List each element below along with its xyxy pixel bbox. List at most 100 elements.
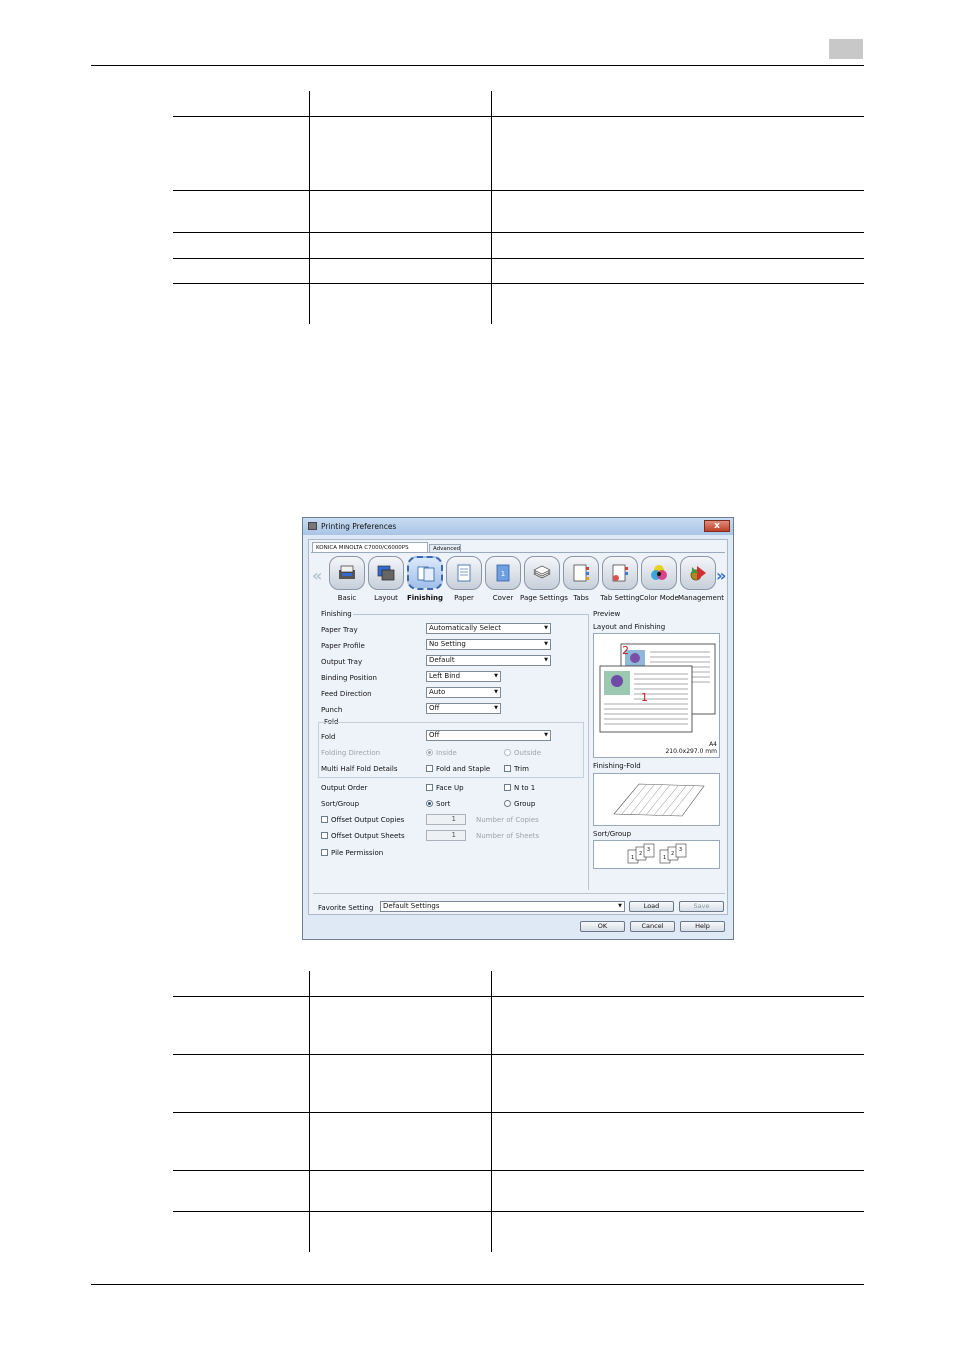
- tab-strip-rule: [311, 552, 725, 553]
- feed-direction-label: Feed Direction: [321, 690, 372, 698]
- preview-page-number-back: 2: [622, 644, 629, 657]
- sort-page: 2: [671, 851, 675, 857]
- number-of-copies-label: Number of Copies: [476, 816, 539, 824]
- number-of-sheets-label: Number of Sheets: [476, 832, 540, 840]
- tab-printer-model[interactable]: KONICA MINOLTA C7000/C6000PS: [312, 542, 428, 552]
- function-toolbar: « Basic Layout Finishing Paper 1 Cover P…: [312, 556, 726, 604]
- cover-icon: 1: [496, 564, 510, 582]
- pile-permission-checkbox[interactable]: [321, 849, 328, 856]
- paper-tray-value: Automatically Select: [429, 624, 502, 632]
- fold-select[interactable]: Off ▼: [426, 730, 551, 741]
- punch-value: Off: [429, 704, 440, 712]
- printing-preferences-dialog: Printing Preferences x KONICA MINOLTA C7…: [302, 517, 734, 940]
- outside-radio[interactable]: [504, 749, 511, 756]
- punch-select[interactable]: Off ▼: [426, 703, 501, 714]
- face-up-checkbox[interactable]: [426, 784, 433, 791]
- chevron-down-icon: ▼: [618, 903, 622, 909]
- fold-and-staple-checkbox[interactable]: [426, 765, 433, 772]
- group-radio[interactable]: [504, 800, 511, 807]
- management-button[interactable]: [680, 556, 716, 590]
- paper-tray-label: Paper Tray: [321, 626, 358, 634]
- table-rule: [173, 232, 864, 233]
- tab-setting-icon: [612, 564, 628, 582]
- finishing-group-label: Finishing: [321, 610, 352, 618]
- table-rule: [173, 116, 864, 117]
- offset-copies-label: Offset Output Copies: [331, 816, 405, 824]
- color-mode-label: Color Mode: [639, 594, 679, 602]
- paper-tray-select[interactable]: Automatically Select ▼: [426, 623, 551, 634]
- favorite-setting-value: Default Settings: [383, 902, 440, 910]
- chevron-down-icon: ▼: [494, 673, 498, 679]
- table-rule: [173, 1211, 864, 1212]
- favorite-setting-label: Favorite Setting: [318, 904, 374, 912]
- sort-preview-image: [627, 843, 687, 864]
- table-rule: [173, 1170, 864, 1171]
- chevron-down-icon: ▼: [544, 625, 548, 631]
- management-label: Management: [677, 594, 725, 602]
- offset-sheets-checkbox[interactable]: [321, 832, 328, 839]
- output-tray-select[interactable]: Default ▼: [426, 655, 551, 666]
- offset-copies-checkbox[interactable]: [321, 816, 328, 823]
- n-to-1-checkbox[interactable]: [504, 784, 511, 791]
- sort-page: 3: [647, 847, 651, 853]
- layout-preview: 2 1 A4 210.0x297.0 mm: [593, 633, 720, 758]
- tab-advanced[interactable]: Advanced: [429, 544, 461, 552]
- page-settings-icon: [533, 565, 551, 579]
- fold-value: Off: [429, 731, 440, 739]
- favorite-setting-select[interactable]: Default Settings ▼: [380, 901, 625, 912]
- close-button[interactable]: x: [704, 520, 730, 532]
- sort-page: 2: [639, 851, 643, 857]
- load-button[interactable]: Load: [629, 901, 674, 912]
- finishing-button[interactable]: [407, 556, 443, 590]
- copies-stepper[interactable]: 1: [426, 814, 466, 825]
- table-column-rule: [309, 91, 310, 324]
- sort-radio[interactable]: [426, 800, 433, 807]
- color-mode-button[interactable]: [641, 556, 677, 590]
- paper-button[interactable]: [446, 556, 482, 590]
- chevron-down-icon: ▼: [544, 657, 548, 663]
- scroll-right-icon[interactable]: »: [716, 566, 726, 585]
- title-bar: Printing Preferences x: [303, 518, 733, 535]
- svg-text:1: 1: [501, 570, 505, 578]
- layout-finishing-label: Layout and Finishing: [593, 623, 666, 631]
- fold-preview: [593, 773, 720, 826]
- dialog-body: KONICA MINOLTA C7000/C6000PS Advanced « …: [308, 539, 728, 915]
- basic-button[interactable]: [329, 556, 365, 590]
- output-tray-value: Default: [429, 656, 455, 664]
- offset-sheets-label: Offset Output Sheets: [331, 832, 405, 840]
- inside-radio[interactable]: [426, 749, 433, 756]
- tab-setting-button[interactable]: [602, 556, 638, 590]
- pile-permission-label: Pile Permission: [331, 849, 384, 857]
- binding-position-select[interactable]: Left Bind ▼: [426, 671, 501, 682]
- sort-label: Sort: [436, 800, 451, 808]
- tabs-button[interactable]: [563, 556, 599, 590]
- paper-dims-label: 210.0x297.0 mm: [665, 748, 717, 755]
- save-button[interactable]: Save: [679, 901, 724, 912]
- binding-position-label: Binding Position: [321, 674, 377, 682]
- paper-label: Paper: [454, 594, 474, 602]
- table-rule: [173, 1112, 864, 1113]
- tab-setting-label: Tab Setting: [600, 594, 640, 602]
- table-column-rule: [309, 971, 310, 1252]
- layout-preview-image: [599, 643, 716, 733]
- page-settings-button[interactable]: [524, 556, 560, 590]
- feed-direction-select[interactable]: Auto ▼: [426, 687, 501, 698]
- cancel-button[interactable]: Cancel: [630, 921, 675, 932]
- layout-button[interactable]: [368, 556, 404, 590]
- paper-profile-select[interactable]: No Setting ▼: [426, 639, 551, 650]
- scroll-left-icon[interactable]: «: [312, 566, 322, 585]
- footer-rule: [91, 1284, 864, 1285]
- cover-button[interactable]: 1: [485, 556, 521, 590]
- sheets-stepper[interactable]: 1: [426, 830, 466, 841]
- paper-profile-value: No Setting: [429, 640, 466, 648]
- dialog-title: Printing Preferences: [321, 522, 397, 531]
- help-button[interactable]: Help: [680, 921, 725, 932]
- chevron-down-icon: ▼: [494, 689, 498, 695]
- ok-button[interactable]: OK: [580, 921, 625, 932]
- finishing-fold-label: Finishing-Fold: [593, 762, 641, 770]
- fold-label: Fold: [321, 733, 336, 741]
- trim-checkbox[interactable]: [504, 765, 511, 772]
- management-icon: [690, 566, 706, 581]
- binding-position-value: Left Bind: [429, 672, 461, 680]
- chevron-down-icon: ▼: [544, 641, 548, 647]
